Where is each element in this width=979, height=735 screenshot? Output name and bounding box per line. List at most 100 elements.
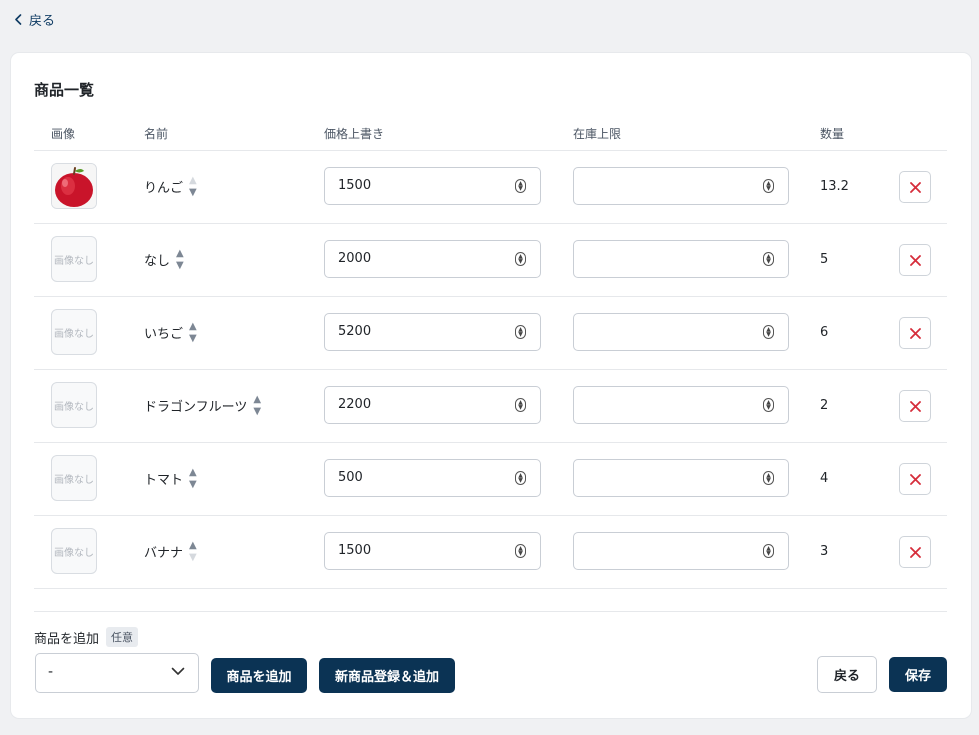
price-override-value: 5200 (338, 324, 372, 339)
move-down-icon[interactable]: ▼ (189, 333, 197, 345)
product-thumbnail (51, 163, 97, 209)
price-override-value: 500 (338, 470, 363, 485)
product-name-cell: バナナ ▲ ▼ (144, 515, 197, 588)
price-override-input[interactable]: 5200 ▲ ▼ (324, 313, 541, 351)
move-up-icon[interactable]: ▲ (253, 394, 261, 406)
divider (34, 611, 947, 612)
stepper-icon[interactable]: ▲ ▼ (515, 252, 526, 266)
move-down-icon[interactable]: ▼ (189, 552, 197, 564)
column-header-qty: 数量 (820, 127, 845, 141)
product-thumbnail: 画像なし (51, 455, 97, 501)
stepper-icon[interactable]: ▲ ▼ (763, 544, 774, 558)
back-button[interactable]: 戻る (817, 656, 877, 693)
table-header: 画像 名前 価格上書き 在庫上限 数量 (34, 115, 947, 151)
column-header-price: 価格上書き (324, 127, 385, 141)
move-down-icon[interactable]: ▼ (189, 187, 197, 199)
stepper-icon[interactable]: ▲ ▼ (515, 398, 526, 412)
delete-button[interactable] (899, 171, 931, 203)
quantity-value: 13.2 (820, 179, 849, 194)
table-row: 画像なし いちご ▲ ▼ 5200 ▲ ▼ ▲ ▼ 6 (34, 296, 947, 370)
stock-limit-input[interactable]: ▲ ▼ (573, 459, 789, 497)
product-name-cell: りんご ▲ ▼ (144, 150, 197, 223)
move-down-icon[interactable]: ▼ (176, 260, 184, 272)
delete-button[interactable] (899, 317, 931, 349)
product-thumbnail: 画像なし (51, 309, 97, 355)
section-title: 商品一覧 (34, 81, 95, 99)
back-link-label: 戻る (29, 14, 56, 29)
delete-button[interactable] (899, 536, 931, 568)
product-select[interactable]: - (35, 653, 199, 693)
product-name-cell: いちご ▲ ▼ (144, 296, 197, 369)
stepper-icon[interactable]: ▲ ▼ (763, 325, 774, 339)
reorder-arrows: ▲ ▼ (189, 321, 197, 345)
table-row: 画像なし バナナ ▲ ▼ 1500 ▲ ▼ ▲ ▼ 3 (34, 515, 947, 589)
close-icon (909, 181, 921, 193)
product-name: いちご (144, 327, 184, 342)
add-product-button[interactable]: 商品を追加 (211, 658, 307, 693)
quantity-value: 4 (820, 471, 829, 486)
product-name: バナナ (144, 546, 184, 561)
stepper-icon[interactable]: ▲ ▼ (515, 325, 526, 339)
no-image-label: 画像なし (54, 474, 94, 486)
product-name: なし (144, 254, 171, 269)
reorder-arrows: ▲ ▼ (189, 175, 197, 199)
product-thumbnail: 画像なし (51, 236, 97, 282)
stepper-icon[interactable]: ▲ ▼ (763, 179, 774, 193)
quantity-value: 6 (820, 325, 829, 340)
reorder-arrows: ▲ ▼ (176, 248, 184, 272)
stock-limit-input[interactable]: ▲ ▼ (573, 240, 789, 278)
product-list-card: 商品一覧 画像 名前 価格上書き 在庫上限 数量 りんご ▲ ▼ 1500 ▲ ▼ ▲ ▼ 13… (11, 53, 971, 718)
move-up-icon[interactable]: ▲ (189, 467, 197, 479)
save-button[interactable]: 保存 (889, 657, 947, 692)
price-override-input[interactable]: 2200 ▲ ▼ (324, 386, 541, 424)
product-thumbnail: 画像なし (51, 382, 97, 428)
stepper-icon[interactable]: ▲ ▼ (515, 471, 526, 485)
add-product-label-text: 商品を追加 (34, 631, 100, 647)
stepper-icon[interactable]: ▲ ▼ (763, 252, 774, 266)
price-override-value: 1500 (338, 178, 372, 193)
quantity-value: 5 (820, 252, 829, 267)
delete-button[interactable] (899, 390, 931, 422)
column-header-image: 画像 (51, 127, 76, 141)
move-up-icon[interactable]: ▲ (189, 175, 197, 187)
stock-limit-input[interactable]: ▲ ▼ (573, 313, 789, 351)
price-override-value: 2000 (338, 251, 372, 266)
stepper-icon[interactable]: ▲ ▼ (763, 471, 774, 485)
move-down-icon[interactable]: ▼ (253, 406, 261, 418)
stock-limit-input[interactable]: ▲ ▼ (573, 532, 789, 570)
register-and-add-button[interactable]: 新商品登録＆追加 (319, 658, 455, 693)
table-row: りんご ▲ ▼ 1500 ▲ ▼ ▲ ▼ 13.2 (34, 150, 947, 224)
stepper-icon[interactable]: ▲ ▼ (515, 179, 526, 193)
product-select-value: - (48, 664, 54, 680)
stock-limit-input[interactable]: ▲ ▼ (573, 386, 789, 424)
product-name: ドラゴンフルーツ (144, 400, 248, 415)
column-header-name: 名前 (144, 127, 169, 141)
price-override-input[interactable]: 2000 ▲ ▼ (324, 240, 541, 278)
price-override-input[interactable]: 1500 ▲ ▼ (324, 532, 541, 570)
reorder-arrows: ▲ ▼ (189, 467, 197, 491)
product-name-cell: なし ▲ ▼ (144, 223, 184, 296)
delete-button[interactable] (899, 463, 931, 495)
column-header-stock: 在庫上限 (573, 127, 622, 141)
back-link[interactable]: 戻る (14, 10, 55, 29)
move-up-icon[interactable]: ▲ (189, 321, 197, 333)
apple-image (52, 164, 96, 208)
delete-button[interactable] (899, 244, 931, 276)
no-image-label: 画像なし (54, 255, 94, 267)
move-up-icon[interactable]: ▲ (189, 540, 197, 552)
stepper-icon[interactable]: ▲ ▼ (515, 544, 526, 558)
price-override-input[interactable]: 1500 ▲ ▼ (324, 167, 541, 205)
table-row: 画像なし なし ▲ ▼ 2000 ▲ ▼ ▲ ▼ 5 (34, 223, 947, 297)
price-override-input[interactable]: 500 ▲ ▼ (324, 459, 541, 497)
stock-limit-input[interactable]: ▲ ▼ (573, 167, 789, 205)
move-down-icon[interactable]: ▼ (189, 479, 197, 491)
optional-badge: 任意 (106, 627, 139, 647)
chevron-left-icon (15, 14, 22, 25)
close-icon (909, 546, 921, 558)
move-up-icon[interactable]: ▲ (176, 248, 184, 260)
reorder-arrows: ▲ ▼ (189, 540, 197, 564)
product-thumbnail: 画像なし (51, 528, 97, 574)
reorder-arrows: ▲ ▼ (253, 394, 261, 418)
stepper-icon[interactable]: ▲ ▼ (763, 398, 774, 412)
table-row: 画像なし ドラゴンフルーツ ▲ ▼ 2200 ▲ ▼ ▲ ▼ 2 (34, 369, 947, 443)
